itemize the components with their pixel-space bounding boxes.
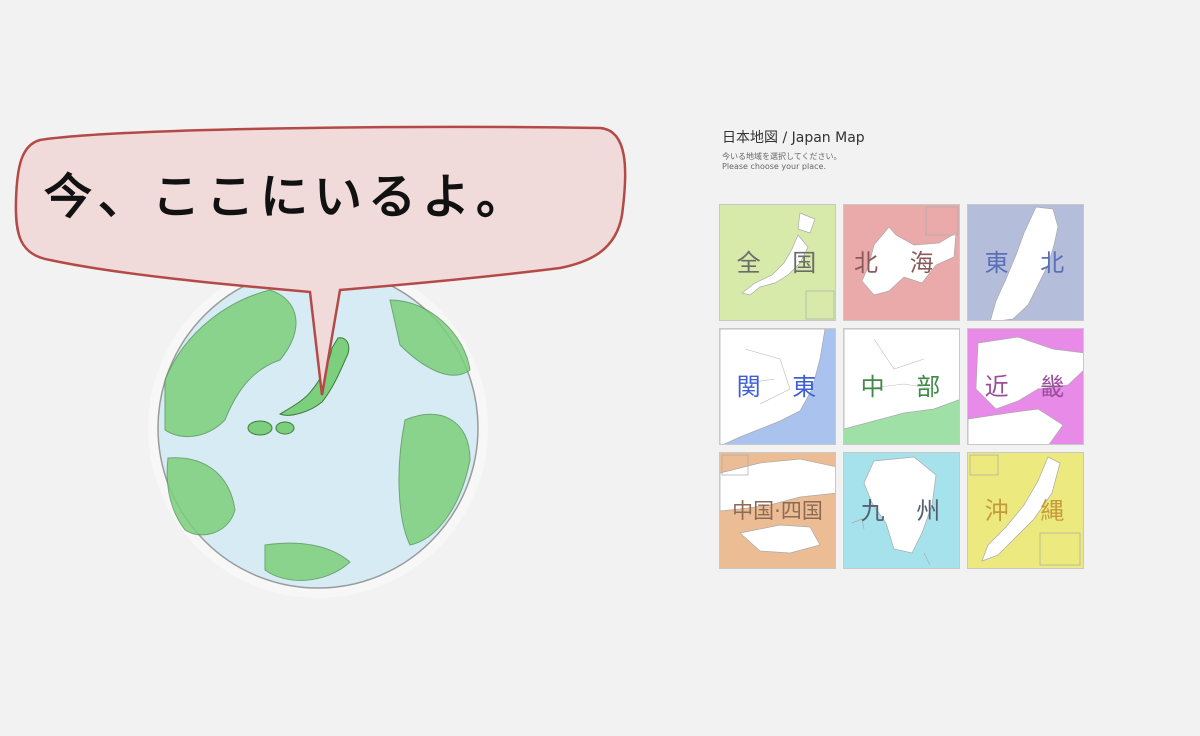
page-title: 日本地図 / Japan Map (722, 130, 865, 146)
region-label: 全 国 (736, 248, 829, 277)
region-tile-chubu[interactable]: 中 部 (843, 328, 960, 445)
region-tile-hokkaido[interactable]: 北 海 道 (843, 204, 960, 321)
region-label: 関 東 (736, 372, 829, 401)
region-label: 九 州 (860, 496, 953, 525)
region-tile-zenkoku[interactable]: 全 国 (719, 204, 836, 321)
continent-south-america (398, 413, 471, 546)
region-label: 近 畿 (984, 372, 1077, 401)
region-label: 沖 縄 (984, 496, 1077, 525)
region-tile-okinawa[interactable]: 沖 縄 (967, 452, 1084, 569)
subtitle-japanese: 今いる地域を選択してください。 (722, 152, 842, 161)
globe-illustration: 今、ここにいるよ。 (0, 0, 660, 736)
region-label: 東 北 (984, 248, 1077, 277)
speech-bubble-text: 今、ここにいるよ。 (44, 169, 531, 225)
region-tile-tohoku[interactable]: 東 北 (967, 204, 1084, 321)
region-tile-kinki[interactable]: 近 畿 (967, 328, 1084, 445)
region-label: 中 部 (860, 372, 953, 401)
region-tile-kyushu[interactable]: 九 州 (843, 452, 960, 569)
globe-drawing (14, 125, 627, 598)
region-label: 中国·四国 (732, 498, 823, 523)
region-tile-chugoku-shikoku[interactable]: 中国·四国 (719, 452, 836, 569)
subtitle-english: Please choose your place. (722, 162, 826, 171)
region-grid: 全 国 北 海 道 東 北 関 東 (719, 204, 1084, 569)
japan-map-panel: 日本地図 / Japan Map 今いる地域を選択してください。 Please … (719, 128, 1102, 569)
region-label: 北 海 道 (854, 248, 959, 277)
region-tile-kanto[interactable]: 関 東 (719, 328, 836, 445)
